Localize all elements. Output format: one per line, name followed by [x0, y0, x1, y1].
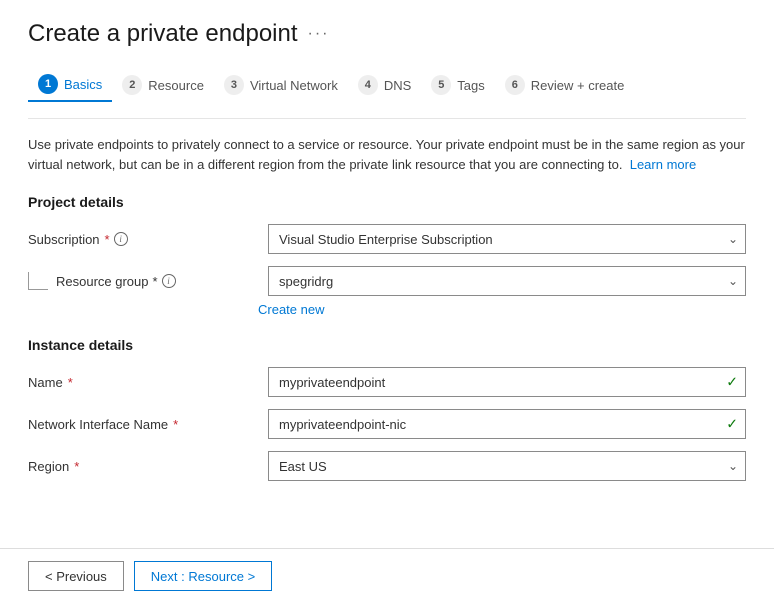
footer: < Previous Next : Resource > — [0, 548, 774, 603]
name-control: ✓ — [268, 367, 746, 397]
tab-virtual-network-label: Virtual Network — [250, 78, 338, 93]
region-required: * — [74, 459, 79, 474]
tab-basics-label: Basics — [64, 77, 102, 92]
subscription-row: Subscription * i Visual Studio Enterpris… — [28, 224, 746, 254]
name-row: Name * ✓ — [28, 367, 746, 397]
info-text-block: Use private endpoints to privately conne… — [28, 135, 746, 174]
resource-group-info-icon[interactable]: i — [162, 274, 176, 288]
resource-group-label: Resource group — [56, 274, 149, 289]
tab-review-label: Review + create — [531, 78, 625, 93]
nic-row: Network Interface Name * ✓ — [28, 409, 746, 439]
wizard-steps: 1 Basics 2 Resource 3 Virtual Network 4 … — [28, 68, 746, 102]
subscription-label: Subscription — [28, 232, 100, 247]
subscription-select[interactable]: Visual Studio Enterprise Subscription — [268, 224, 746, 254]
region-control: East US ⌄ — [268, 451, 746, 481]
subscription-required: * — [105, 232, 110, 247]
name-required: * — [68, 375, 73, 390]
resource-group-required: * — [153, 274, 158, 289]
resource-group-indent — [28, 272, 48, 290]
nic-input[interactable] — [268, 409, 746, 439]
page-title: Create a private endpoint — [28, 20, 298, 48]
nic-label: Network Interface Name — [28, 417, 168, 432]
subscription-info-icon[interactable]: i — [114, 232, 128, 246]
tab-virtual-network[interactable]: 3 Virtual Network — [214, 69, 348, 101]
tab-resource[interactable]: 2 Resource — [112, 69, 214, 101]
tab-resource-label: Resource — [148, 78, 204, 93]
step-circle-1: 1 — [38, 74, 58, 94]
resource-group-row: Resource group * i spegridrg ⌄ — [28, 266, 746, 296]
subscription-label-container: Subscription * i — [28, 232, 258, 247]
next-button[interactable]: Next : Resource > — [134, 561, 272, 591]
resource-group-label-wrapper: Resource group * i — [28, 272, 258, 290]
main-content: Create a private endpoint ··· 1 Basics 2… — [0, 0, 774, 548]
learn-more-link[interactable]: Learn more — [630, 157, 696, 172]
title-ellipsis: ··· — [308, 25, 330, 43]
instance-details-section: Instance details Name * ✓ Network Interf… — [28, 337, 746, 481]
tab-tags[interactable]: 5 Tags — [421, 69, 494, 101]
nic-control: ✓ — [268, 409, 746, 439]
nic-required: * — [173, 417, 178, 432]
name-input[interactable] — [268, 367, 746, 397]
nic-label-container: Network Interface Name * — [28, 417, 258, 432]
name-label: Name — [28, 375, 63, 390]
step-circle-3: 3 — [224, 75, 244, 95]
resource-group-select[interactable]: spegridrg — [268, 266, 746, 296]
step-circle-2: 2 — [122, 75, 142, 95]
region-label-container: Region * — [28, 459, 258, 474]
page-container: Create a private endpoint ··· 1 Basics 2… — [0, 0, 774, 603]
step-circle-6: 6 — [505, 75, 525, 95]
create-new-link[interactable]: Create new — [258, 302, 746, 317]
resource-group-control: spegridrg ⌄ — [268, 266, 746, 296]
project-details-section: Project details Subscription * i Visual … — [28, 194, 746, 317]
name-label-container: Name * — [28, 375, 258, 390]
tab-review-create[interactable]: 6 Review + create — [495, 69, 635, 101]
page-title-container: Create a private endpoint ··· — [28, 20, 746, 48]
project-details-heading: Project details — [28, 194, 746, 210]
tab-dns-label: DNS — [384, 78, 411, 93]
region-row: Region * East US ⌄ — [28, 451, 746, 481]
tab-tags-label: Tags — [457, 78, 484, 93]
step-circle-5: 5 — [431, 75, 451, 95]
instance-details-heading: Instance details — [28, 337, 746, 353]
region-select[interactable]: East US — [268, 451, 746, 481]
subscription-control: Visual Studio Enterprise Subscription ⌄ — [268, 224, 746, 254]
region-label: Region — [28, 459, 69, 474]
tab-dns[interactable]: 4 DNS — [348, 69, 421, 101]
wizard-divider — [28, 118, 746, 119]
tab-basics[interactable]: 1 Basics — [28, 68, 112, 102]
step-circle-4: 4 — [358, 75, 378, 95]
prev-button[interactable]: < Previous — [28, 561, 124, 591]
